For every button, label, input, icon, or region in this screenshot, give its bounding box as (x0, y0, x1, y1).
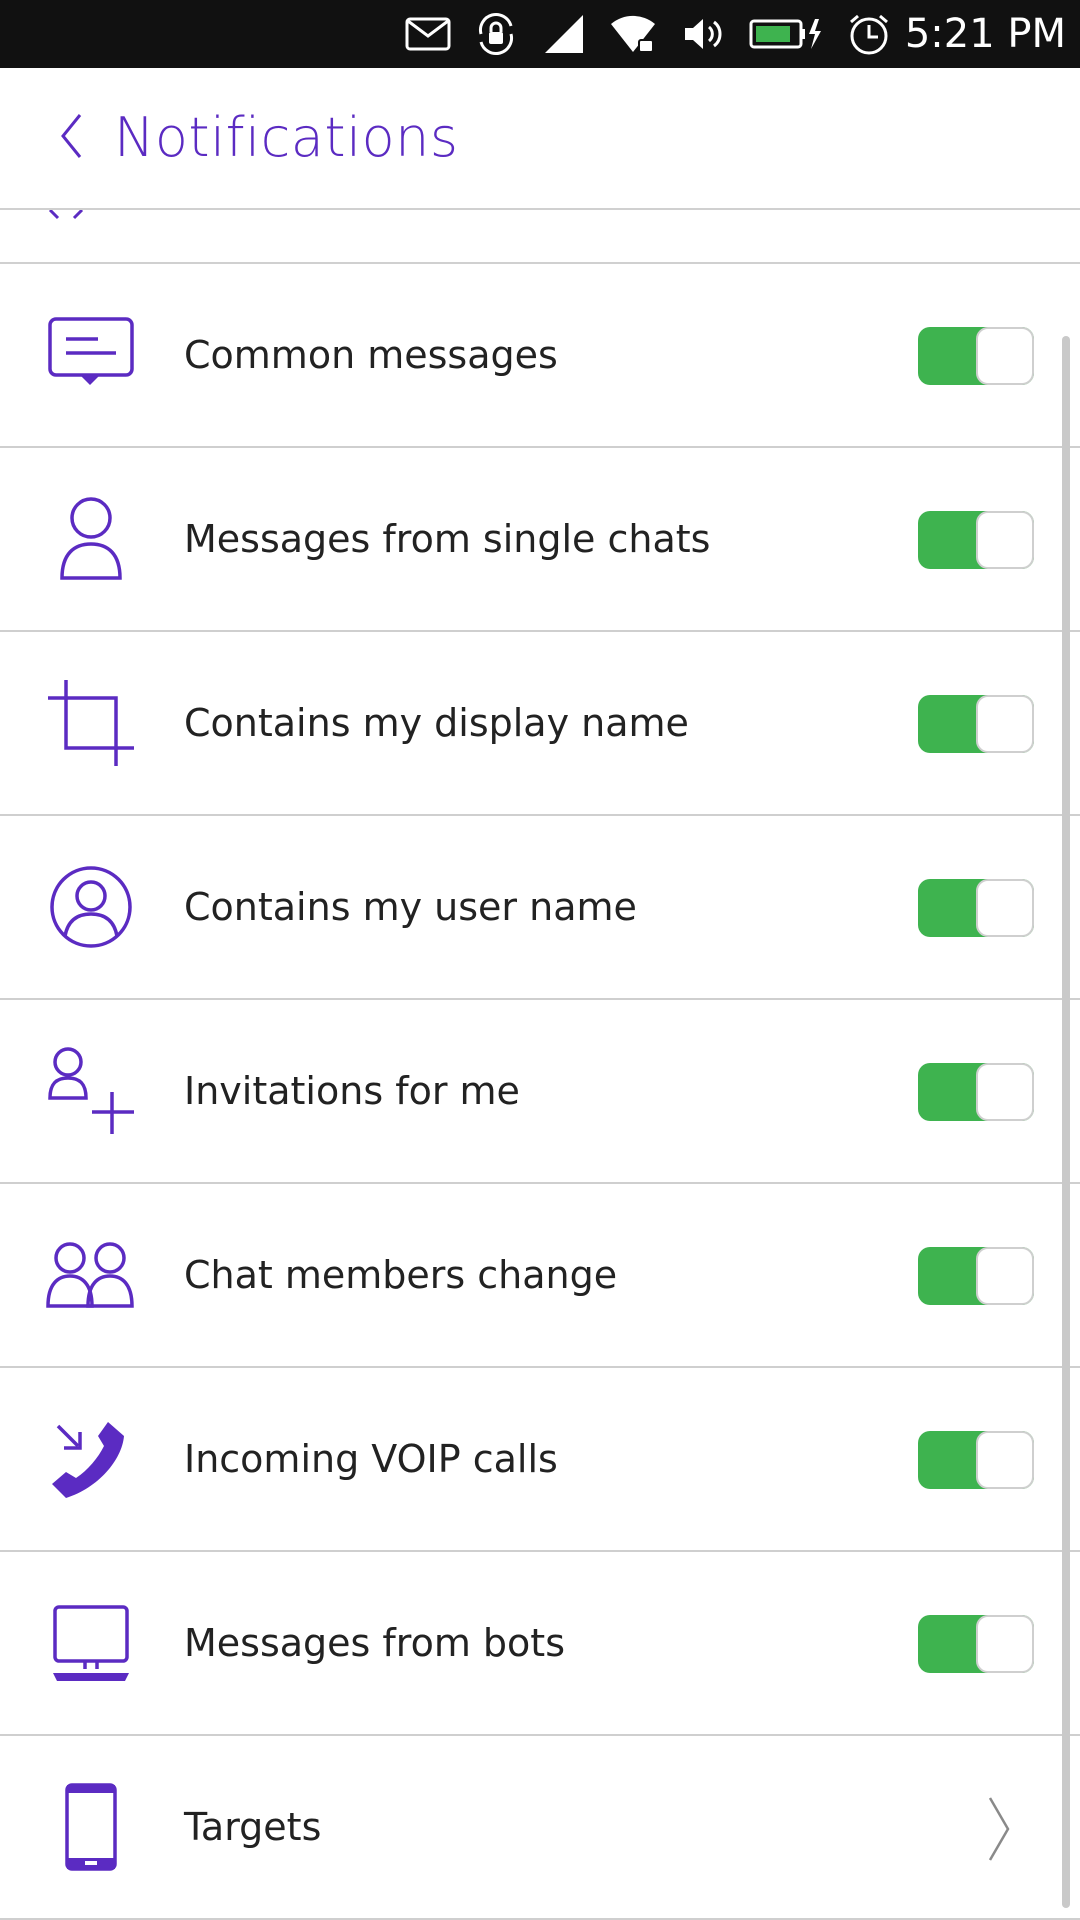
toggle-knob (976, 1063, 1034, 1121)
members-change-toggle[interactable] (918, 1247, 1034, 1305)
toggle-knob (976, 511, 1034, 569)
toggle-knob (976, 1247, 1034, 1305)
back-button[interactable] (46, 106, 96, 170)
toggle-knob (976, 695, 1034, 753)
bots-toggle[interactable] (918, 1615, 1034, 1673)
setting-row-voip-calls: Incoming VOIP calls (0, 1368, 1080, 1552)
mail-icon (404, 12, 452, 56)
person-icon (46, 494, 136, 584)
setting-label: Chat members change (184, 1253, 618, 1297)
toggle-knob (976, 1615, 1034, 1673)
toggle-knob (976, 327, 1034, 385)
partial-row (0, 210, 1080, 264)
toggle-knob (976, 879, 1034, 937)
setting-label: Contains my user name (184, 885, 637, 929)
setting-row-single-chats: Messages from single chats (0, 448, 1080, 632)
display-name-toggle[interactable] (918, 695, 1034, 753)
invitations-toggle[interactable] (918, 1063, 1034, 1121)
rotation-lock-icon (472, 12, 520, 56)
setting-label: Targets (184, 1805, 322, 1849)
setting-row-user-name: Contains my user name (0, 816, 1080, 1000)
chevron-left-icon (58, 112, 84, 164)
alarm-icon (846, 12, 892, 56)
voip-calls-toggle[interactable] (918, 1431, 1034, 1489)
group-icon (46, 1230, 136, 1320)
setting-row-bots: Messages from bots (0, 1552, 1080, 1736)
scrollbar[interactable] (1062, 336, 1070, 1908)
single-chats-toggle[interactable] (918, 511, 1034, 569)
setting-label: Contains my display name (184, 701, 689, 745)
chevron-right-icon (984, 1794, 1014, 1864)
setting-label: Messages from single chats (184, 517, 711, 561)
page-title: Notifications (114, 106, 459, 169)
setting-row-targets[interactable]: Targets (0, 1736, 1080, 1920)
wifi-icon (608, 12, 658, 56)
volume-icon (680, 12, 726, 56)
header: Notifications (0, 68, 1080, 210)
setting-row-members-change: Chat members change (0, 1184, 1080, 1368)
setting-row-display-name: Contains my display name (0, 632, 1080, 816)
setting-label: Invitations for me (184, 1069, 520, 1113)
toggle-knob (976, 1431, 1034, 1489)
message-icon (46, 310, 136, 400)
setting-label: Incoming VOIP calls (184, 1437, 558, 1481)
status-bar: 5:21 PM (0, 0, 1080, 68)
status-time: 5:21 PM (904, 11, 1066, 57)
settings-list: Common messages Messages from single cha… (0, 264, 1080, 1920)
setting-row-invitations: Invitations for me (0, 1000, 1080, 1184)
computer-icon (46, 1598, 136, 1688)
setting-label: Messages from bots (184, 1621, 566, 1665)
account-circle-icon (46, 862, 136, 952)
incoming-call-icon (46, 1414, 136, 1504)
crop-icon (46, 678, 136, 768)
common-messages-toggle[interactable] (918, 327, 1034, 385)
add-contact-icon (46, 1046, 136, 1136)
battery-charging-icon (748, 12, 824, 56)
setting-row-common-messages: Common messages (0, 264, 1080, 448)
user-name-toggle[interactable] (918, 879, 1034, 937)
phone-device-icon (46, 1782, 136, 1872)
setting-label: Common messages (184, 333, 558, 377)
cellular-signal-icon (542, 12, 586, 56)
